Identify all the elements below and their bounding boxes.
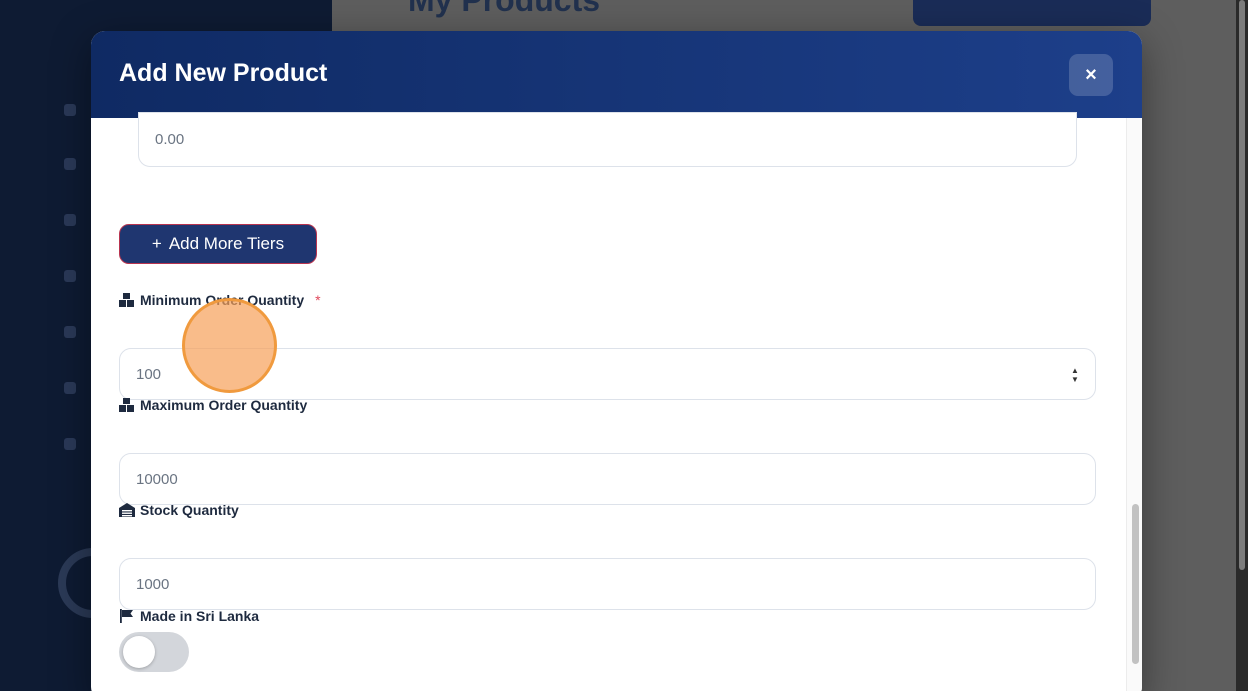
flag-icon: [120, 609, 133, 623]
close-icon: ×: [1085, 63, 1097, 86]
add-product-button: [913, 0, 1151, 26]
modal-title: Add New Product: [119, 59, 328, 87]
add-more-tiers-button[interactable]: + Add More Tiers: [119, 224, 317, 264]
min-order-value: 100: [136, 365, 162, 383]
tier-price-input[interactable]: 0.00: [138, 112, 1077, 167]
warehouse-icon: [119, 503, 135, 517]
chevron-down-icon[interactable]: ▼: [1071, 375, 1079, 384]
add-more-tiers-label: Add More Tiers: [168, 234, 285, 253]
min-order-input[interactable]: 100 ▲ ▼: [119, 348, 1096, 400]
plus-icon: +: [151, 234, 162, 253]
stock-label: Stock Quantity: [119, 502, 239, 518]
sidebar-icon: [64, 382, 76, 394]
max-order-value: 10000: [136, 470, 178, 488]
boxes-icon: [119, 398, 134, 412]
modal-body: 0.00 + Add More Tiers Minimum Order Quan…: [91, 112, 1142, 691]
page-scrollbar[interactable]: [1236, 0, 1248, 691]
max-order-label-text: Maximum Order Quantity: [140, 397, 308, 413]
chevron-up-icon[interactable]: ▲: [1071, 366, 1079, 375]
sidebar-icon: [64, 326, 76, 338]
max-order-label: Maximum Order Quantity: [119, 397, 307, 413]
add-product-modal: Add New Product × 0.00 + Add More Tiers …: [91, 31, 1142, 691]
boxes-icon: [119, 293, 134, 307]
stock-label-text: Stock Quantity: [140, 502, 239, 518]
modal-header: Add New Product ×: [91, 31, 1142, 118]
stock-value: 1000: [136, 575, 170, 593]
max-order-input[interactable]: 10000: [119, 453, 1096, 505]
made-in-label: Made in Sri Lanka: [119, 608, 259, 624]
page-scrollbar-thumb[interactable]: [1239, 0, 1245, 570]
stock-input[interactable]: 1000: [119, 558, 1096, 610]
required-mark: *: [315, 292, 321, 308]
sidebar-icon: [64, 158, 76, 170]
page-title: My Products: [408, 0, 601, 18]
min-order-label-text: Minimum Order Quantity: [140, 292, 305, 308]
modal-scrollbar[interactable]: [1126, 118, 1142, 691]
sidebar-icon: [64, 104, 76, 116]
sidebar-icon: [64, 270, 76, 282]
min-order-label: Minimum Order Quantity *: [119, 292, 321, 308]
sidebar-icon: [64, 214, 76, 226]
tier-price-value: 0.00: [155, 131, 185, 148]
made-in-label-text: Made in Sri Lanka: [140, 608, 260, 624]
modal-scrollbar-thumb[interactable]: [1132, 504, 1139, 664]
quantity-stepper[interactable]: ▲ ▼: [1069, 365, 1081, 385]
sidebar-icon: [64, 438, 76, 450]
made-in-toggle[interactable]: [119, 632, 189, 672]
toggle-knob[interactable]: [123, 636, 155, 668]
close-button[interactable]: ×: [1069, 54, 1113, 96]
